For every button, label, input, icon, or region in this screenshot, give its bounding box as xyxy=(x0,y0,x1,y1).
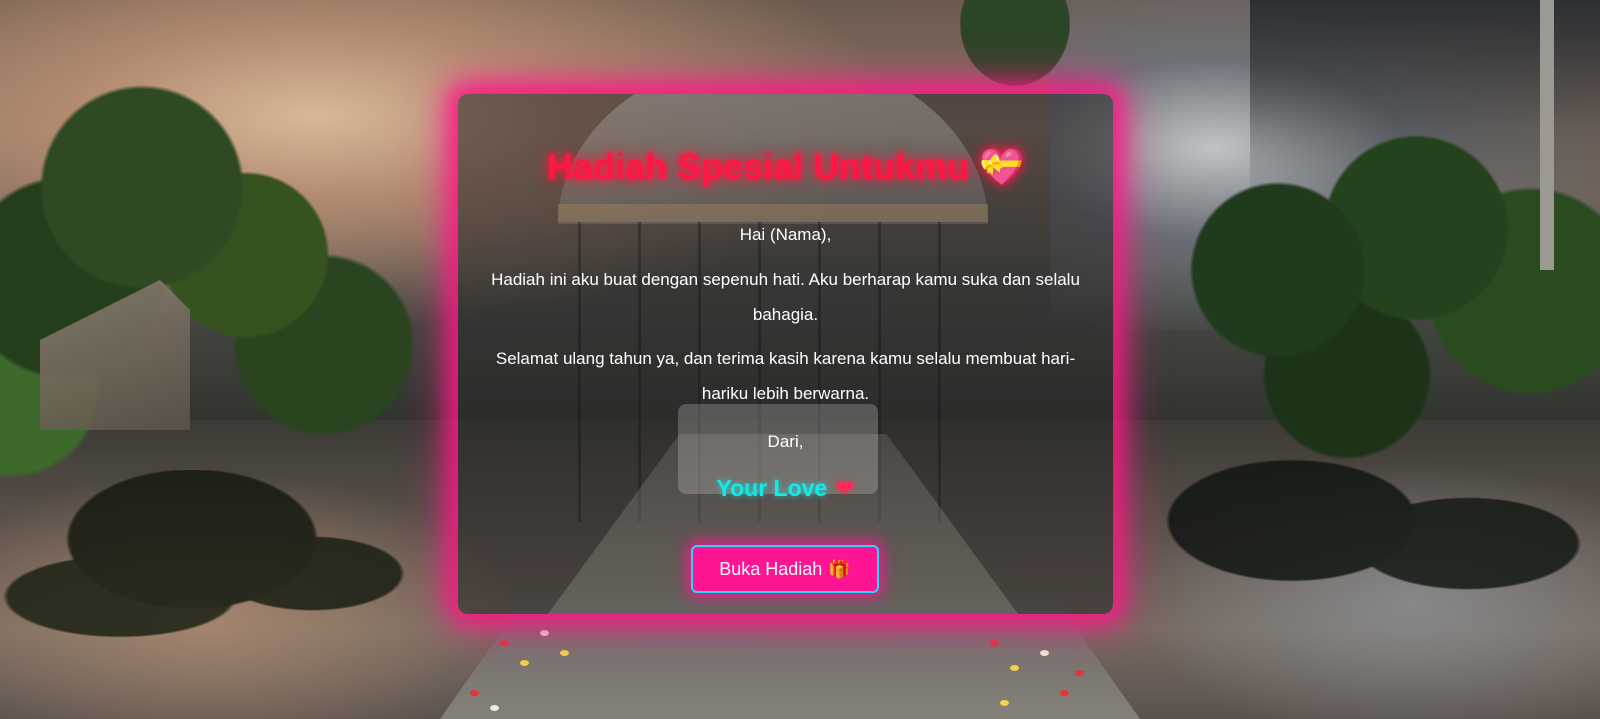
message-paragraph-2: Selamat ulang tahun ya, dan terima kasih… xyxy=(495,349,1076,403)
greeting-text: Hai (Nama), xyxy=(739,225,832,244)
palm-trunk-right xyxy=(1540,0,1554,270)
stone-walkway xyxy=(440,600,1140,719)
message-paragraph-1: Hadiah ini aku buat dengan sepenuh hati.… xyxy=(491,270,1080,324)
rose-petal xyxy=(540,630,549,636)
rose-petal xyxy=(490,705,499,711)
rose-petal xyxy=(1060,690,1069,696)
from-label: Dari, xyxy=(767,432,804,451)
trees-right xyxy=(1140,60,1600,480)
heart-gift-icon: 💝 xyxy=(979,147,1024,188)
background-scene: Hadiah Spesial Untukmu 💝 Hai (Nama), Had… xyxy=(0,0,1600,719)
signature-text: Your Love xyxy=(716,475,828,501)
rose-petal xyxy=(560,650,569,656)
trees-right-reflection xyxy=(1160,440,1600,670)
open-gift-button-label: Buka Hadiah xyxy=(719,558,823,579)
open-gift-button[interactable]: Buka Hadiah 🎁 xyxy=(691,545,879,593)
rose-petal xyxy=(520,660,529,666)
signature: Your Love ❤ xyxy=(458,475,1113,502)
rose-petal xyxy=(1010,665,1019,671)
gift-card: Hadiah Spesial Untukmu 💝 Hai (Nama), Had… xyxy=(458,94,1113,614)
gift-icon: 🎁 xyxy=(828,558,851,579)
rose-petal xyxy=(500,640,509,646)
rose-petal xyxy=(990,640,999,646)
rose-petal xyxy=(1075,670,1084,676)
rose-petal xyxy=(1000,700,1009,706)
rose-petal xyxy=(1040,650,1049,656)
card-title: Hadiah Spesial Untukmu 💝 xyxy=(458,146,1113,188)
card-title-text: Hadiah Spesial Untukmu xyxy=(547,146,970,187)
trees-left-reflection xyxy=(0,470,480,700)
heart-icon: ❤ xyxy=(835,475,855,501)
rose-petal xyxy=(470,690,479,696)
